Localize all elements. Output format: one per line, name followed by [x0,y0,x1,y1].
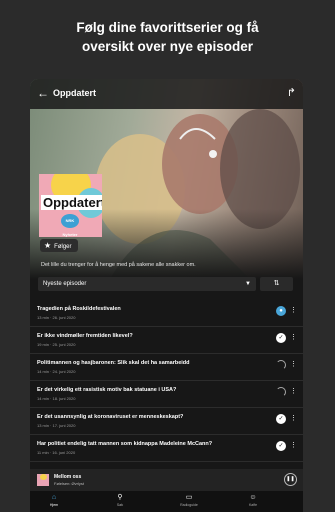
episode-title: Er det virkelig ett rasistisk motiv bak … [37,387,177,393]
promo-line-1: Følg dine favorittserier og få [76,20,259,35]
new-episode-icon: ● [276,306,286,316]
played-check-icon: ✓ [276,441,286,451]
bottom-navigation: ⌂ Hjem ⚲ Søk ▭ Radioguide ☺ Kaffe [30,491,303,512]
episode-meta: 19 min · 25. juni 2020 [37,342,76,347]
nav-item-radioguide[interactable]: ▭ Radioguide [169,493,209,507]
episode-title: Tragedien på Roskildefestivalen [37,306,121,312]
pause-icon: ❚❚ [286,476,295,482]
follow-button[interactable]: ★ Følger [40,239,78,252]
radio-icon: ▭ [185,494,193,501]
sort-icon: ⇅ [273,280,280,287]
episode-row[interactable]: Har politiet endelig tatt mannen som kid… [30,435,303,462]
player-thumbnail [37,474,49,486]
hero-banner: ← Oppdatert ↱ Oppdatert NRK Nyheter ★ Føl… [30,79,303,279]
episode-row[interactable]: Er det usannsynlig at koronaviruset er m… [30,408,303,435]
search-icon: ⚲ [117,494,123,501]
star-icon: ★ [44,241,52,250]
more-options-icon[interactable]: ⋮ [290,387,297,395]
promo-line-2: oversikt over nye episoder [81,39,254,54]
episode-row[interactable]: Tragedien på Roskildefestivalen 13 min ·… [30,300,303,327]
arrow-left-icon[interactable]: ← [37,86,49,100]
more-options-icon[interactable]: ⋮ [290,360,297,368]
episode-title: Er ikke vindmøller fremtiden likevel? [37,333,133,339]
player-title: Mellom oss [54,474,82,480]
cover-badge: NRK Nyheter [61,214,79,237]
episode-row[interactable]: Er det virkelig ett rasistisk motiv bak … [30,381,303,408]
smile-icon: ☺ [249,494,257,501]
mini-player[interactable]: Mellom oss Følelsen: Øvrlyst ❚❚ [30,469,303,491]
episode-meta: 11 min · 16. juni 2020 [37,450,76,455]
played-check-icon: ✓ [276,414,286,424]
caret-down-icon: ▼ [245,281,251,287]
pause-button[interactable]: ❚❚ [284,473,297,486]
episode-list: Tragedien på Roskildefestivalen 13 min ·… [30,300,303,462]
episode-meta: 13 min · 17. juni 2020 [37,423,76,428]
player-subtitle: Følelsen: Øvrlyst [54,481,85,486]
nav-label: Hjem [49,503,59,507]
nav-item-kaffe[interactable]: ☺ Kaffe [233,493,273,507]
sort-dropdown-value: Nyeste episoder [43,281,87,287]
episode-title: Politimannen og hasjbaronen: Slik skal d… [37,360,190,366]
more-options-icon[interactable]: ⋮ [290,333,297,341]
app-screen: ← Oppdatert ↱ Oppdatert NRK Nyheter ★ Føl… [30,79,303,512]
nav-label: Radioguide [180,503,198,507]
sort-dropdown[interactable]: Nyeste episoder ▼ [38,277,256,291]
nav-label: Søk [116,503,124,507]
progress-ring-icon [276,387,286,397]
home-icon: ⌂ [51,494,57,501]
page-title: Oppdatert [53,88,97,98]
top-app-bar: ← Oppdatert ↱ [30,79,303,109]
episode-meta: 13 min · 26. juni 2020 [37,315,76,320]
podcast-cover: Oppdatert NRK Nyheter [39,174,102,237]
follow-label: Følger [54,244,72,250]
more-options-icon[interactable]: ⋮ [290,441,297,449]
more-options-icon[interactable]: ⋮ [290,306,297,314]
nav-label: Kaffe [248,503,258,507]
promo-heading: Følg dine favorittserier og få oversikt … [0,18,335,56]
episode-meta: 14 min · 24. juni 2020 [37,369,76,374]
cover-title: Oppdatert [41,195,102,210]
episode-row[interactable]: Politimannen og hasjbaronen: Slik skal d… [30,354,303,381]
played-check-icon: ✓ [276,333,286,343]
share-icon[interactable]: ↱ [287,86,296,99]
nav-item-search[interactable]: ⚲ Søk [100,493,140,507]
episode-title: Har politiet endelig tatt mannen som kid… [37,441,213,447]
episode-title: Er det usannsynlig at koronaviruset er m… [37,414,184,420]
episode-meta: 14 min · 18. juni 2020 [37,396,76,401]
nav-item-home[interactable]: ⌂ Hjem [34,493,74,507]
podcast-description: Det lille du trenger for å henge med på … [41,262,196,268]
more-options-icon[interactable]: ⋮ [290,414,297,422]
episode-row[interactable]: Er ikke vindmøller fremtiden likevel? 19… [30,327,303,354]
sort-order-button[interactable]: ⇅ [260,277,293,291]
progress-ring-icon [276,360,286,370]
